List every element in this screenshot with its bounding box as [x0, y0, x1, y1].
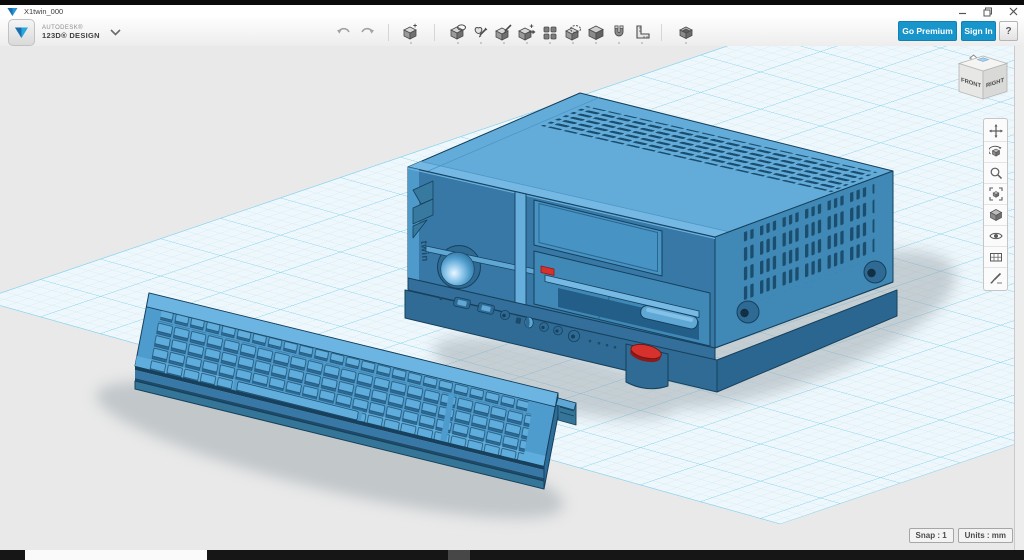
help-button[interactable]: ? [999, 21, 1018, 41]
measure-ruler-icon [633, 23, 651, 41]
zoom-icon [989, 166, 1003, 180]
view-mode-button[interactable] [984, 204, 1007, 225]
material-brush-icon [989, 271, 1003, 285]
brand-block[interactable]: AUTODESK® 123D® DESIGN [8, 19, 121, 46]
primitives-icon [449, 23, 467, 41]
restore-button[interactable] [983, 7, 993, 17]
sketch-button[interactable] [470, 21, 492, 43]
primitives-button[interactable] [447, 21, 469, 43]
units-setting[interactable]: Units : mm [958, 528, 1013, 543]
redo-icon [360, 26, 375, 38]
construct-button[interactable] [493, 21, 515, 43]
orbit-button[interactable] [984, 141, 1007, 162]
grouping-icon [564, 23, 582, 41]
measure-button[interactable] [631, 21, 653, 43]
go-premium-button[interactable]: Go Premium [898, 21, 957, 41]
sketch-icon [472, 23, 490, 41]
viewcube[interactable]: FRONT RIGHT [959, 55, 1007, 99]
modify-icon: + [518, 23, 536, 41]
grouping-button[interactable] [562, 21, 584, 43]
bottom-strip [0, 550, 1024, 560]
close-button[interactable] [1009, 7, 1018, 16]
window-title: X1twin_000 [24, 7, 63, 16]
pattern-button[interactable] [539, 21, 561, 43]
bottom-strip-gray-segment [448, 550, 470, 560]
pan-icon [989, 124, 1003, 138]
undo-button[interactable] [332, 21, 354, 43]
orbit-icon [989, 145, 1003, 159]
statusbar: Snap : 1 Units : mm [909, 528, 1013, 543]
viewport-canvas[interactable]: twin [0, 46, 1024, 550]
brand-tile [8, 19, 35, 46]
titlebar: X1twin_000 [0, 5, 1024, 19]
chevron-down-icon[interactable] [110, 29, 121, 36]
toolbar-separator [434, 24, 435, 41]
view-mode-icon [989, 208, 1003, 222]
toolbar-separator [661, 24, 662, 41]
toolbar-separator [388, 24, 389, 41]
combine-button[interactable] [585, 21, 607, 43]
svg-text:+: + [413, 23, 417, 30]
modify-button[interactable]: + [516, 21, 538, 43]
transform-button[interactable]: + [400, 21, 422, 43]
brand-triangle-icon [14, 26, 29, 39]
view-nav-toolbar [983, 118, 1008, 291]
bottom-strip-light-segment [25, 550, 207, 560]
minimize-button[interactable] [958, 7, 967, 16]
zoom-button[interactable] [984, 162, 1007, 183]
grid-icon [989, 250, 1003, 264]
groups-button[interactable] [675, 21, 697, 43]
zoom-fit-button[interactable] [984, 183, 1007, 204]
transform-icon: + [402, 23, 420, 41]
visibility-button[interactable] [984, 225, 1007, 246]
svg-text:+: + [529, 24, 533, 31]
sign-in-button[interactable]: Sign In [961, 21, 996, 41]
app-logo-icon [7, 7, 18, 17]
construct-icon [495, 23, 513, 41]
snap-button[interactable] [608, 21, 630, 43]
brand-product: 123D® DESIGN [42, 32, 100, 40]
undo-icon [336, 26, 351, 38]
material-button[interactable] [984, 267, 1007, 288]
open-box-icon [677, 23, 695, 41]
brand-text: AUTODESK® 123D® DESIGN [42, 25, 100, 40]
main-toolbar: AUTODESK® 123D® DESIGN + [0, 18, 1024, 47]
zoom-fit-icon [989, 187, 1003, 201]
pan-button[interactable] [984, 121, 1007, 141]
pattern-icon [541, 23, 559, 41]
combine-icon [587, 23, 605, 41]
window-edge-strip [1014, 46, 1024, 550]
grid-settings-button[interactable] [984, 246, 1007, 267]
redo-button[interactable] [356, 21, 378, 43]
eye-icon [989, 229, 1003, 243]
snap-setting[interactable]: Snap : 1 [909, 528, 954, 543]
snap-magnet-icon [610, 23, 628, 41]
